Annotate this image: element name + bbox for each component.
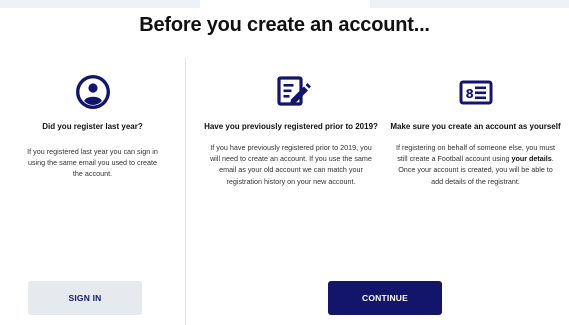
page-title: Before you create an account... [139,14,430,36]
top-band-notch [200,0,370,8]
column-divider [185,58,186,325]
column-returning-user: Did you register last year? If you regis… [0,72,185,180]
continue-button[interactable]: CONTINUE [328,281,442,315]
column-body: If you have previously registered prior … [210,143,372,186]
column-create-as-yourself: 8 Make sure you create an account as you… [382,72,569,187]
top-band [0,0,569,8]
edit-document-icon [196,72,386,112]
column-previous-registration: Have you previously registered prior to … [196,72,386,187]
column-heading: Have you previously registered prior to … [204,122,378,131]
id-card-icon: 8 [382,72,569,112]
sign-in-button[interactable]: SIGN IN [28,281,142,315]
user-circle-icon [0,72,185,112]
column-heading: Make sure you create an account as yours… [390,122,561,131]
column-heading: Did you register last year? [42,122,143,131]
svg-text:8: 8 [465,87,473,101]
column-body: If you registered last year you can sign… [27,147,158,179]
body-text-bold: your details [511,154,552,164]
column-body: If registering on behalf of someone else… [396,142,556,187]
